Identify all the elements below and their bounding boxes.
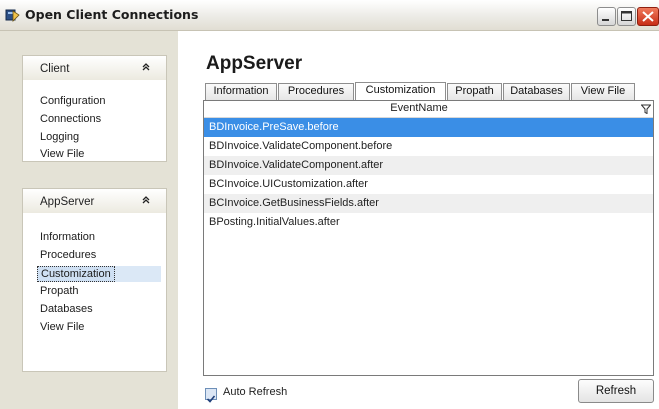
sidebar-item-view-file[interactable]: View File <box>40 148 84 160</box>
sidebar-item-connections[interactable]: Connections <box>40 113 101 125</box>
title-bar[interactable]: Open Client Connections <box>0 0 659 31</box>
collapse-icon[interactable] <box>141 195 151 205</box>
sidebar-item-information[interactable]: Information <box>40 231 95 243</box>
tab-procedures[interactable]: Procedures <box>278 83 354 100</box>
page-title: AppServer <box>206 53 303 74</box>
app-window: Open Client Connections Client Configura… <box>0 0 659 409</box>
event-grid[interactable]: EventName BDInvoice.PreSave.before BDInv… <box>203 100 654 376</box>
tab-databases[interactable]: Databases <box>503 83 570 100</box>
sidebar-group-header-appserver[interactable]: AppServer <box>23 189 166 213</box>
table-row[interactable]: BDInvoice.ValidateComponent.after <box>204 156 653 175</box>
sidebar-item-procedures[interactable]: Procedures <box>40 249 96 261</box>
table-row[interactable]: BPosting.InitialValues.after <box>204 213 653 232</box>
sidebar-item-propath[interactable]: Propath <box>40 285 79 297</box>
tab-information[interactable]: Information <box>205 83 277 100</box>
maximize-button[interactable] <box>617 7 636 26</box>
sidebar-item-view-file[interactable]: View File <box>40 321 84 333</box>
filter-icon[interactable] <box>641 104 651 114</box>
sidebar-group-appserver: AppServer Information Procedures Customi… <box>22 188 167 372</box>
sidebar-group-header-client[interactable]: Client <box>23 56 166 80</box>
minimize-icon <box>602 19 609 21</box>
sidebar-group-title: AppServer <box>40 196 95 208</box>
tab-view-file[interactable]: View File <box>571 83 635 100</box>
sidebar-item-customization[interactable]: Customization <box>37 266 115 282</box>
window-title: Open Client Connections <box>25 7 199 22</box>
refresh-button[interactable]: Refresh <box>578 379 654 403</box>
column-header-eventname[interactable]: EventName <box>204 102 634 114</box>
maximize-icon <box>621 11 632 21</box>
minimize-button[interactable] <box>597 7 616 26</box>
auto-refresh-checkbox[interactable] <box>205 388 217 403</box>
table-row[interactable]: BCInvoice.GetBusinessFields.after <box>204 194 653 213</box>
table-row[interactable]: BDInvoice.PreSave.before <box>204 118 653 137</box>
tab-propath[interactable]: Propath <box>447 83 502 100</box>
sidebar-item-logging[interactable]: Logging <box>40 131 79 143</box>
sidebar-item-databases[interactable]: Databases <box>40 303 93 315</box>
main-panel: AppServer Information Procedures Customi… <box>178 31 659 409</box>
checkmark-icon <box>206 395 216 403</box>
sidebar-item-configuration[interactable]: Configuration <box>40 95 105 107</box>
sidebar-group-client: Client Configuration Connections Logging… <box>22 55 167 162</box>
sidebar: Client Configuration Connections Logging… <box>0 31 178 409</box>
table-row[interactable]: BCInvoice.UICustomization.after <box>204 175 653 194</box>
close-button[interactable] <box>637 7 659 26</box>
collapse-icon[interactable] <box>141 62 151 72</box>
table-row[interactable]: BDInvoice.ValidateComponent.before <box>204 137 653 156</box>
grid-header[interactable]: EventName <box>204 101 653 118</box>
close-icon <box>642 11 654 22</box>
sidebar-group-title: Client <box>40 63 70 75</box>
tab-customization[interactable]: Customization <box>355 82 446 100</box>
auto-refresh-label[interactable]: Auto Refresh <box>223 386 287 398</box>
app-icon <box>5 9 20 22</box>
